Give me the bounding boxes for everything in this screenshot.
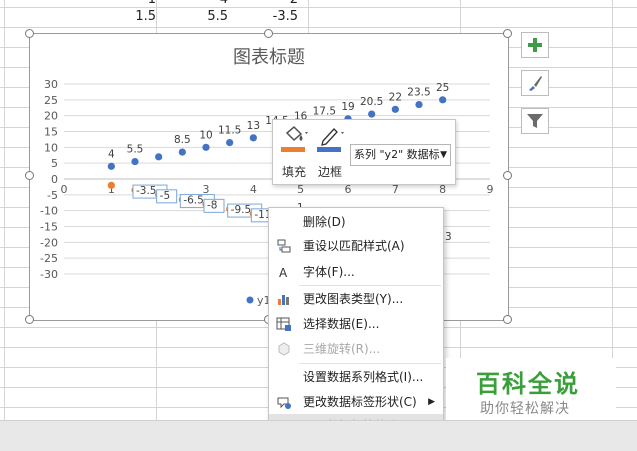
y-tick-label: 15: [44, 126, 58, 139]
data-label[interactable]: 11.5: [218, 125, 241, 137]
chart-elements-button[interactable]: [521, 32, 549, 58]
cell-top-3[interactable]: -3.5: [258, 9, 298, 24]
resize-handle-tr[interactable]: [503, 29, 512, 38]
y-tick-label: 30: [44, 78, 58, 91]
data-point[interactable]: [107, 162, 115, 170]
cell-above-2[interactable]: 4: [188, 0, 228, 7]
filter-icon: [527, 114, 543, 128]
legend-marker-y1: [246, 296, 254, 304]
context-menu: 删除(D) 重设以匹配样式(A) A 字体(F)... 更改图表类型(Y)...: [268, 207, 444, 439]
font-icon: A: [279, 266, 288, 280]
format-mini-toolbar: 填充 边框 系列 "y2" 数据标 ▼: [272, 119, 456, 185]
label-shape-icon: [277, 397, 291, 409]
resize-handle-bl[interactable]: [25, 315, 34, 324]
watermark-subtitle: 助你轻松解决: [480, 401, 570, 417]
svg-text:A: A: [279, 266, 288, 280]
data-label[interactable]: 20.5: [360, 96, 383, 108]
cell-above-3[interactable]: 2: [258, 0, 298, 7]
cell-above-1[interactable]: 1: [116, 0, 156, 7]
data-label[interactable]: -9.5: [231, 204, 252, 216]
data-label[interactable]: -3.5: [136, 185, 157, 197]
reset-style-icon: [277, 239, 291, 253]
y-tick-label: 25: [44, 94, 58, 107]
data-point[interactable]: [178, 148, 186, 156]
data-point[interactable]: [202, 143, 210, 151]
cell-top-2[interactable]: 5.5: [188, 9, 228, 24]
x-tick-label: 0: [61, 183, 68, 196]
y-tick-label: 5: [51, 157, 58, 170]
pen-icon: [317, 128, 344, 152]
status-bar: [0, 420, 637, 451]
resize-handle-tl[interactable]: [25, 29, 34, 38]
plus-icon: [528, 38, 542, 52]
y-tick-label: -25: [40, 252, 58, 265]
data-label[interactable]: 4: [108, 148, 115, 160]
data-label[interactable]: 19: [341, 101, 354, 113]
series-selector-value: 系列 "y2" 数据标: [354, 148, 440, 161]
chart-styles-button[interactable]: [521, 70, 549, 96]
menu-separator: [299, 363, 441, 364]
3d-rotation-icon: [278, 342, 290, 356]
resize-handle-mr[interactable]: [503, 171, 512, 180]
data-point[interactable]: [226, 138, 234, 147]
cell-top-1[interactable]: 1.5: [116, 9, 156, 24]
data-label[interactable]: -8: [207, 199, 217, 211]
watermark-logo: 百科全说 助你轻松解决: [446, 358, 616, 424]
menu-item-format-series[interactable]: 设置数据系列格式(I)...: [269, 365, 443, 389]
data-label[interactable]: 25: [436, 82, 449, 94]
resize-handle-ml[interactable]: [25, 171, 34, 180]
data-point[interactable]: [155, 153, 163, 161]
fill-button[interactable]: 填充: [277, 123, 311, 181]
y-tick-label: -30: [40, 268, 58, 281]
watermark-title: 百科全说: [476, 370, 580, 398]
data-point[interactable]: [415, 100, 423, 109]
data-point[interactable]: [391, 105, 399, 113]
select-data-icon: [276, 317, 291, 331]
menu-item-reset-style[interactable]: 重设以匹配样式(A): [269, 234, 443, 258]
data-point[interactable]: [107, 181, 115, 189]
data-point[interactable]: [131, 157, 139, 166]
data-label[interactable]: 17.5: [313, 106, 336, 118]
data-label[interactable]: 13: [247, 120, 260, 132]
data-label[interactable]: -5: [160, 190, 170, 202]
data-label[interactable]: 23.5: [407, 87, 430, 99]
menu-separator: [299, 285, 441, 286]
chart-type-icon: [278, 295, 289, 305]
y-tick-label: -5: [47, 189, 58, 202]
x-tick-label: 9: [487, 183, 494, 196]
data-point[interactable]: [439, 96, 447, 104]
outline-button[interactable]: 边框: [313, 123, 347, 181]
y-tick-label: -20: [40, 236, 58, 249]
resize-handle-tc[interactable]: [264, 29, 273, 38]
series-selector[interactable]: 系列 "y2" 数据标 ▼: [350, 144, 451, 166]
chevron-down-icon: ▼: [440, 150, 447, 160]
fill-label: 填充: [281, 165, 306, 179]
y-tick-label: 20: [44, 110, 58, 123]
y-tick-label: -15: [40, 221, 58, 234]
chart-filters-button[interactable]: [521, 108, 549, 134]
data-label[interactable]: 10: [199, 129, 212, 141]
brush-icon: [529, 76, 542, 91]
y-tick-label: 10: [44, 141, 58, 154]
menu-item-delete[interactable]: 删除(D): [269, 210, 443, 234]
y-tick-label: 0: [51, 173, 58, 186]
data-label[interactable]: 8.5: [174, 134, 191, 146]
menu-item-3d-rotation[interactable]: 三维旋转(R)...: [269, 337, 443, 361]
outline-label: 边框: [317, 165, 342, 179]
chevron-right-icon: ▶: [428, 397, 435, 407]
menu-item-font[interactable]: A 字体(F)...: [269, 260, 443, 284]
menu-item-change-chart-type[interactable]: 更改图表类型(Y)...: [269, 287, 443, 311]
menu-item-change-label-shape[interactable]: 更改数据标签形状(C) ▶: [269, 390, 443, 414]
data-label[interactable]: -6.5: [183, 195, 204, 207]
data-point[interactable]: [368, 110, 376, 118]
data-label[interactable]: 5.5: [127, 144, 144, 156]
data-point[interactable]: [249, 134, 257, 142]
x-tick-label: 4: [250, 183, 257, 196]
fill-bucket-icon: [281, 125, 308, 152]
resize-handle-br[interactable]: [503, 315, 512, 324]
y-tick-label: -10: [40, 205, 58, 218]
menu-item-select-data[interactable]: 选择数据(E)...: [269, 312, 443, 336]
data-label[interactable]: 22: [389, 91, 402, 103]
data-label[interactable]: 3: [445, 231, 452, 243]
